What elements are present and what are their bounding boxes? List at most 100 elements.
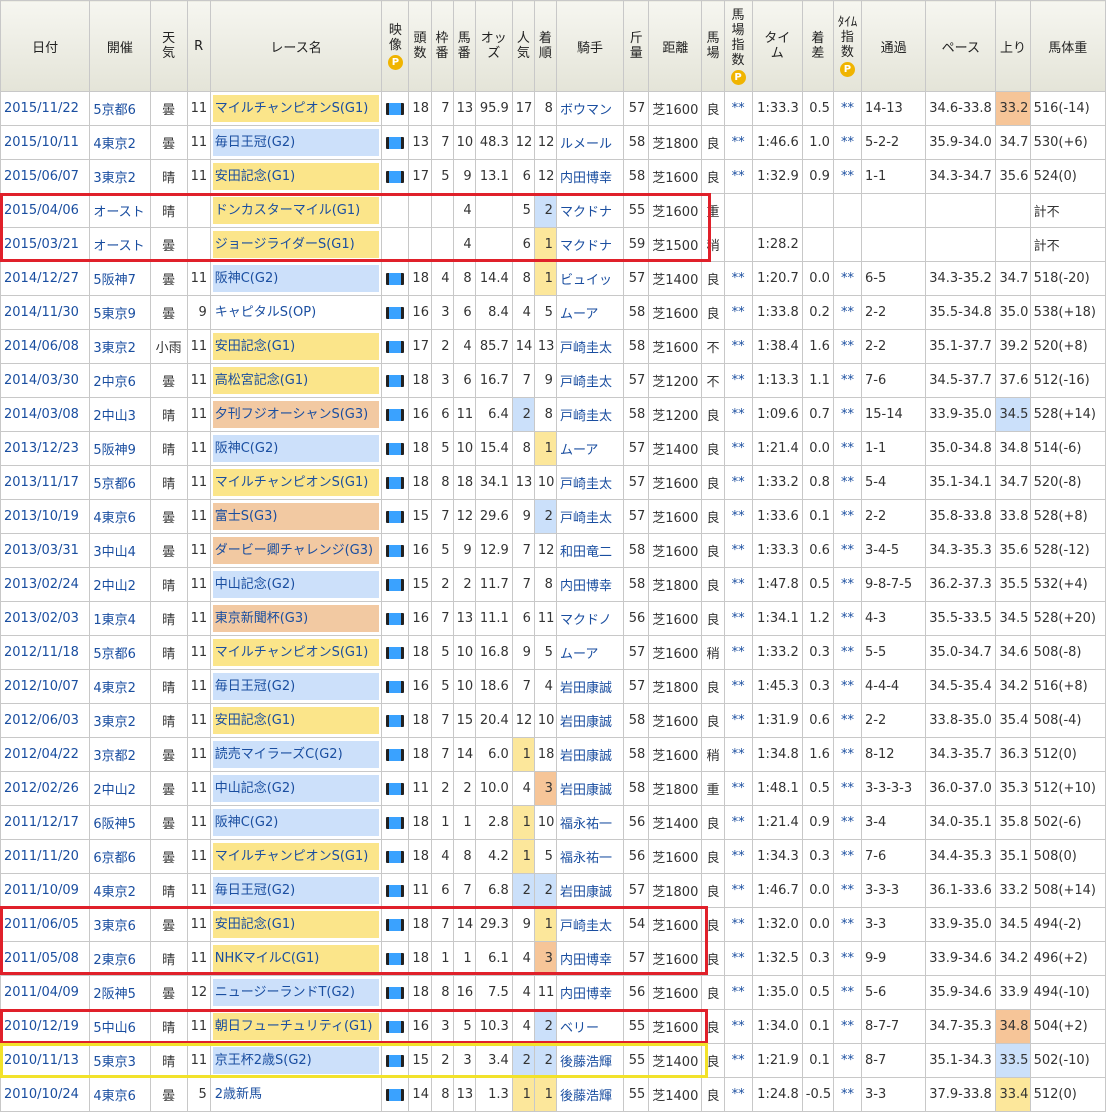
row-date[interactable]: 2011/10/09 — [0, 873, 91, 908]
race-name-link[interactable]: マイルチャンピオンS(G1) — [212, 639, 380, 666]
row-date[interactable]: 2013/12/23 — [0, 431, 91, 466]
race-name-link[interactable]: 安田記念(G1) — [212, 911, 380, 938]
row-time-index[interactable]: ** — [832, 975, 862, 1010]
row-date[interactable]: 2014/11/30 — [0, 295, 91, 330]
row-video[interactable] — [381, 1077, 410, 1112]
row-race-name[interactable]: 中山記念(G2) — [209, 567, 383, 602]
row-baba-index[interactable]: ** — [723, 941, 753, 976]
row-baba-index[interactable]: ** — [723, 159, 753, 194]
video-icon[interactable] — [386, 374, 405, 387]
row-date[interactable]: 2012/06/03 — [0, 703, 91, 738]
row-race-name[interactable]: 朝日フューチュリティ(G1) — [209, 1009, 383, 1044]
row-time-index[interactable]: ** — [832, 567, 862, 602]
race-name-link[interactable]: 富士S(G3) — [212, 503, 380, 530]
row-date[interactable]: 2013/02/03 — [0, 601, 91, 636]
row-race-name[interactable]: 阪神C(G2) — [209, 261, 383, 296]
row-race-name[interactable]: 毎日王冠(G2) — [209, 873, 383, 908]
row-venue[interactable]: 3京都2 — [89, 737, 151, 772]
video-icon[interactable] — [386, 680, 405, 693]
row-race-name[interactable]: 東京新聞杯(G3) — [209, 601, 383, 636]
row-race-name[interactable]: 毎日王冠(G2) — [209, 125, 383, 160]
race-name-link[interactable]: ジョージライダーS(G1) — [212, 231, 380, 258]
race-name-link[interactable]: 安田記念(G1) — [212, 333, 380, 360]
row-video[interactable] — [381, 329, 410, 364]
row-baba-index[interactable]: ** — [723, 873, 753, 908]
video-icon[interactable] — [386, 442, 405, 455]
row-jockey[interactable]: 岩田康誠 — [555, 703, 625, 738]
race-name-link[interactable]: 安田記念(G1) — [212, 707, 380, 734]
video-icon[interactable] — [386, 578, 405, 591]
row-jockey[interactable]: 戸崎圭太 — [555, 907, 625, 942]
row-time-index[interactable]: ** — [832, 1009, 862, 1044]
video-icon[interactable] — [386, 952, 405, 965]
row-date[interactable]: 2015/11/22 — [0, 91, 91, 126]
row-baba-index[interactable]: ** — [723, 771, 753, 806]
row-baba-index[interactable]: ** — [723, 1043, 753, 1078]
row-jockey[interactable]: 岩田康誠 — [555, 771, 625, 806]
row-jockey[interactable]: 戸崎圭太 — [555, 397, 625, 432]
row-baba-index[interactable]: ** — [723, 91, 753, 126]
row-venue[interactable]: 3東京2 — [89, 329, 151, 364]
video-icon[interactable] — [386, 850, 405, 863]
row-venue[interactable]: 4東京2 — [89, 125, 151, 160]
row-race-name[interactable]: 富士S(G3) — [209, 499, 383, 534]
race-name-link[interactable]: マイルチャンピオンS(G1) — [212, 843, 380, 870]
row-time-index[interactable]: ** — [832, 295, 862, 330]
row-venue[interactable]: 5京都6 — [89, 465, 151, 500]
video-icon[interactable] — [386, 408, 405, 421]
row-date[interactable]: 2015/04/06 — [0, 193, 91, 228]
row-jockey[interactable]: 岩田康誠 — [555, 873, 625, 908]
row-video[interactable] — [381, 125, 410, 160]
row-venue[interactable]: 3東京2 — [89, 159, 151, 194]
row-baba-index[interactable]: ** — [723, 975, 753, 1010]
video-icon[interactable] — [386, 340, 405, 353]
row-date[interactable]: 2013/03/31 — [0, 533, 91, 568]
row-video[interactable] — [381, 431, 410, 466]
video-icon[interactable] — [386, 136, 405, 149]
row-jockey[interactable]: 戸崎圭太 — [555, 329, 625, 364]
row-time-index[interactable]: ** — [832, 533, 862, 568]
row-time-index[interactable]: ** — [832, 1077, 862, 1112]
row-jockey[interactable]: 和田竜二 — [555, 533, 625, 568]
row-video[interactable] — [381, 159, 410, 194]
row-venue[interactable]: 6京都6 — [89, 839, 151, 874]
row-time-index[interactable]: ** — [832, 329, 862, 364]
video-icon[interactable] — [386, 612, 405, 625]
video-icon[interactable] — [386, 986, 405, 999]
row-jockey[interactable]: 福永祐一 — [555, 839, 625, 874]
row-baba-index[interactable]: ** — [723, 805, 753, 840]
row-video[interactable] — [381, 465, 410, 500]
row-race-name[interactable]: マイルチャンピオンS(G1) — [209, 465, 383, 500]
row-venue[interactable]: 2阪神5 — [89, 975, 151, 1010]
race-name-link[interactable]: 阪神C(G2) — [212, 809, 380, 836]
row-video[interactable] — [381, 907, 410, 942]
row-jockey[interactable]: 内田博幸 — [555, 975, 625, 1010]
row-video[interactable] — [381, 91, 410, 126]
row-jockey[interactable]: ムーア — [555, 635, 625, 670]
row-venue[interactable]: 5中山6 — [89, 1009, 151, 1044]
row-video[interactable] — [381, 669, 410, 704]
video-icon[interactable] — [386, 646, 405, 659]
row-video[interactable] — [381, 295, 410, 330]
row-baba-index[interactable]: ** — [723, 907, 753, 942]
row-venue[interactable]: 2中山2 — [89, 771, 151, 806]
row-video[interactable] — [381, 193, 410, 228]
row-time-index[interactable]: ** — [832, 125, 862, 160]
race-name-link[interactable]: 毎日王冠(G2) — [212, 129, 380, 156]
row-baba-index[interactable]: ** — [723, 1077, 753, 1112]
row-baba-index[interactable]: ** — [723, 431, 753, 466]
row-baba-index[interactable]: ** — [723, 125, 753, 160]
row-venue[interactable]: オースト — [89, 227, 151, 262]
row-video[interactable] — [381, 1009, 410, 1044]
row-jockey[interactable]: マクドナ — [555, 227, 625, 262]
row-time-index[interactable]: ** — [832, 397, 862, 432]
row-time-index[interactable]: ** — [832, 499, 862, 534]
row-date[interactable]: 2011/05/08 — [0, 941, 91, 976]
row-jockey[interactable]: 戸崎圭太 — [555, 363, 625, 398]
row-race-name[interactable]: 阪神C(G2) — [209, 431, 383, 466]
row-time-index[interactable]: ** — [832, 669, 862, 704]
row-venue[interactable]: 3東京6 — [89, 907, 151, 942]
row-video[interactable] — [381, 737, 410, 772]
row-race-name[interactable]: 夕刊フジオーシャンS(G3) — [209, 397, 383, 432]
row-race-name[interactable]: 安田記念(G1) — [209, 329, 383, 364]
